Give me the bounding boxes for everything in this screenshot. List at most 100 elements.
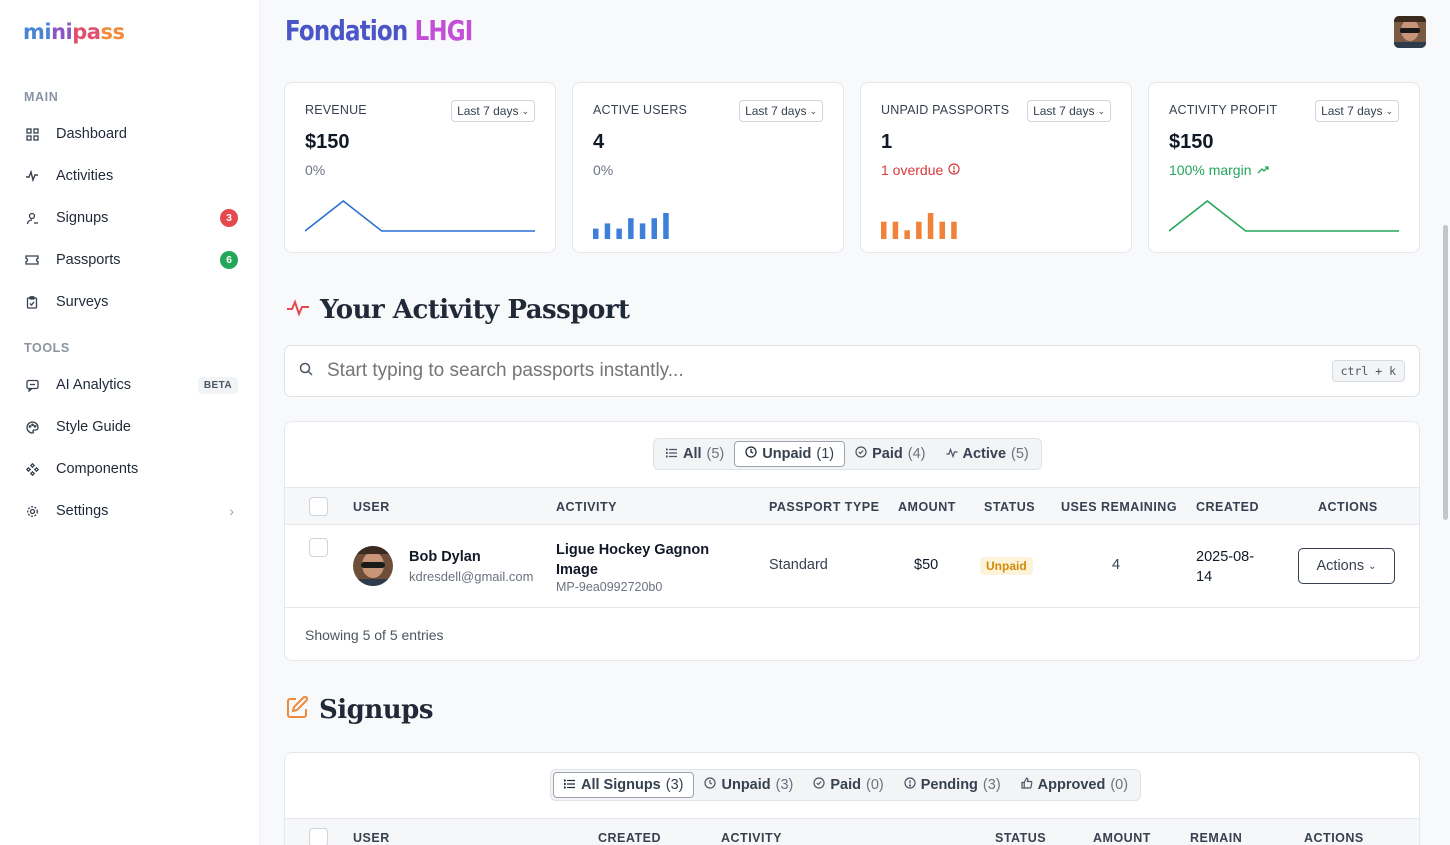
tab-paid[interactable]: Paid (4)	[845, 441, 935, 467]
column-header[interactable]: USES REMAINING	[1061, 488, 1177, 526]
alert-circle-icon	[904, 777, 916, 793]
column-header[interactable]: STATUS	[984, 488, 1035, 526]
chevron-down-icon: ⌄	[1368, 560, 1377, 572]
kpi-change-text: 0%	[593, 162, 614, 178]
ticket-icon	[24, 252, 40, 268]
row-checkbox[interactable]	[309, 538, 328, 557]
trending-up-icon	[1257, 162, 1270, 178]
tab-paid-signups[interactable]: Paid (0)	[803, 772, 893, 798]
kpi-change-text: 0%	[305, 162, 326, 178]
tab-approved-signups[interactable]: Approved (0)	[1011, 772, 1138, 798]
select-all-checkbox[interactable]	[309, 828, 328, 845]
spark-bar	[593, 228, 599, 239]
column-header[interactable]: ACTIVITY	[721, 819, 782, 845]
chevron-right-icon: ›	[229, 503, 234, 519]
tab-all-signups[interactable]: All Signups (3)	[553, 772, 695, 798]
search-input[interactable]	[327, 360, 1332, 382]
tab-active[interactable]: Active (5)	[936, 441, 1039, 467]
tab-pending-signups[interactable]: Pending (3)	[894, 772, 1011, 798]
revenue-sparkline	[305, 199, 535, 232]
search-icon	[299, 362, 313, 381]
sidebar-item-signups[interactable]: Signups 3	[24, 203, 238, 233]
passport-id: MP-9ea0992720b0	[556, 580, 663, 594]
tab-label: Unpaid	[762, 446, 812, 462]
check-circle-icon	[813, 777, 825, 793]
tab-unpaid-signups[interactable]: Unpaid (3)	[694, 772, 803, 798]
sidebar-item-label: Activities	[56, 168, 114, 184]
tab-label: Paid	[872, 446, 903, 462]
kpi-label: REVENUE	[305, 103, 367, 117]
spark-bar	[639, 223, 646, 239]
activity-name[interactable]: Ligue Hockey Gagnon Image	[556, 540, 726, 580]
sidebar-item-label: Components	[56, 461, 139, 477]
kpi-card-activity-profit: ACTIVITY PROFIT Last 7 days ⌄ $150 100% m…	[1148, 82, 1420, 253]
alert-circle-icon	[948, 162, 960, 178]
avatar	[353, 546, 393, 586]
tab-label: Approved	[1037, 777, 1106, 793]
period-select-label: Last 7 days	[457, 104, 519, 118]
amount: $50	[914, 557, 939, 573]
column-header[interactable]: REMAIN	[1190, 819, 1242, 845]
select-all-checkbox[interactable]	[309, 497, 328, 516]
column-header[interactable]: ACTIONS	[1318, 488, 1378, 526]
sidebar-item-settings[interactable]: Settings ›	[24, 496, 238, 526]
section-title: Signups	[319, 695, 433, 725]
edit-icon	[286, 695, 309, 724]
period-select[interactable]: Last 7 days ⌄	[739, 100, 823, 122]
table-row[interactable]: Bob Dylan kdresdell@gmail.com Ligue Hock…	[285, 525, 1419, 608]
sidebar-item-style-guide[interactable]: Style Guide	[24, 412, 238, 442]
period-select[interactable]: Last 7 days ⌄	[1027, 100, 1111, 122]
column-header[interactable]: USER	[353, 488, 390, 526]
period-select-label: Last 7 days	[745, 104, 807, 118]
sidebar-item-surveys[interactable]: Surveys	[24, 287, 238, 317]
grid-icon	[24, 126, 40, 142]
column-header[interactable]: AMOUNT	[1093, 819, 1151, 845]
actions-label: Actions	[1316, 558, 1365, 574]
sidebar-item-activities[interactable]: Activities	[24, 161, 238, 191]
signups-section-heading: Signups	[286, 695, 433, 725]
activity-icon	[946, 446, 958, 462]
minipass-logo[interactable]: minipass	[23, 20, 125, 44]
column-header[interactable]: USER	[353, 819, 390, 845]
column-header[interactable]: PASSPORT TYPE	[769, 488, 879, 526]
spark-bar	[892, 221, 899, 239]
spark-bar	[916, 221, 922, 239]
nav-section-tools: TOOLS	[24, 341, 70, 355]
signups-panel: All Signups (3) Unpaid (3) Paid (0) Pending…	[284, 752, 1420, 845]
period-select-label: Last 7 days	[1033, 104, 1095, 118]
sidebar-item-label: Settings	[56, 503, 109, 519]
logo-part: ni	[51, 20, 73, 44]
spark-bar	[651, 218, 657, 239]
passport-search[interactable]: ctrl + k	[284, 345, 1420, 397]
kpi-change-text: 100% margin	[1169, 162, 1252, 178]
sidebar-item-dashboard[interactable]: Dashboard	[24, 119, 238, 149]
tab-all[interactable]: All (5)	[656, 441, 734, 467]
kpi-label: ACTIVE USERS	[593, 103, 688, 117]
column-header[interactable]: AMOUNT	[898, 488, 956, 526]
column-header[interactable]: CREATED	[598, 819, 661, 845]
logo-part: mi	[23, 20, 52, 44]
uses-remaining: 4	[1112, 557, 1121, 573]
column-header[interactable]: ACTIONS	[1304, 819, 1364, 845]
activity-profit-sparkline	[1169, 199, 1399, 232]
period-select-label: Last 7 days	[1321, 104, 1383, 118]
sidebar-item-ai-analytics[interactable]: AI Analytics BETA	[24, 370, 238, 400]
sidebar-item-passports[interactable]: Passports 6	[24, 245, 238, 275]
period-select[interactable]: Last 7 days ⌄	[1315, 100, 1399, 122]
chat-icon	[24, 377, 40, 393]
period-select[interactable]: Last 7 days ⌄	[451, 100, 535, 122]
user-avatar[interactable]	[1394, 16, 1426, 48]
column-header[interactable]: CREATED	[1196, 488, 1259, 526]
kpi-card-revenue: REVENUE Last 7 days ⌄ $150 0%	[284, 82, 556, 253]
spark-bar	[904, 230, 910, 239]
kpi-change: 100% margin	[1169, 162, 1270, 178]
column-header[interactable]: STATUS	[995, 819, 1046, 845]
logo-part: ss	[100, 20, 125, 44]
tab-count: (0)	[1110, 777, 1129, 793]
sidebar-item-components[interactable]: Components	[24, 454, 238, 484]
page-scrollbar[interactable]	[1443, 225, 1448, 520]
column-header[interactable]: ACTIVITY	[556, 488, 617, 526]
row-actions-button[interactable]: Actions ⌄	[1298, 548, 1395, 584]
tab-count: (3)	[982, 777, 1001, 793]
tab-unpaid[interactable]: Unpaid (1)	[734, 441, 846, 467]
